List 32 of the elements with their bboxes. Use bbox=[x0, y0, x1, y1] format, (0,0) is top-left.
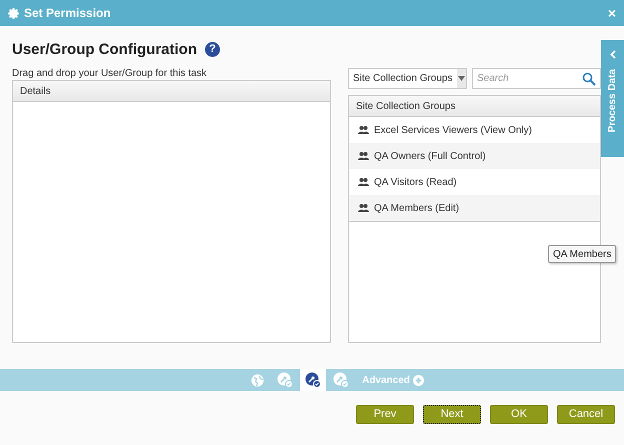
key-icon bbox=[333, 372, 350, 388]
group-item[interactable]: QA Owners (Full Control) bbox=[349, 143, 600, 169]
key-icon bbox=[305, 372, 322, 388]
footer-button[interactable]: OK bbox=[490, 404, 548, 424]
advanced-link[interactable]: Advanced bbox=[362, 374, 424, 386]
caret-icon bbox=[458, 76, 465, 81]
instruction-text: Drag and drop your User/Group for this task bbox=[12, 68, 207, 80]
globe-icon bbox=[250, 372, 265, 388]
plus-icon bbox=[412, 374, 424, 386]
chevron-left-icon bbox=[610, 50, 616, 59]
page-heading: User/Group Configuration bbox=[12, 40, 197, 58]
group-dropdown[interactable]: Site Collection Groups bbox=[348, 68, 467, 89]
window-title: Set Permission bbox=[24, 6, 112, 20]
toolbar-tab[interactable] bbox=[300, 369, 326, 391]
footer-button[interactable]: Next bbox=[423, 404, 481, 424]
users-icon bbox=[358, 178, 369, 186]
group-item[interactable]: QA Members (Edit) bbox=[349, 195, 600, 221]
process-data-tab[interactable]: Process Data bbox=[601, 40, 624, 157]
details-header: Details bbox=[13, 81, 330, 102]
groups-header: Site Collection Groups bbox=[349, 96, 600, 117]
search-field[interactable]: Search bbox=[472, 68, 601, 89]
key-icon bbox=[277, 372, 294, 388]
gear-icon bbox=[8, 8, 19, 18]
tooltip: QA Members bbox=[548, 245, 616, 263]
users-icon bbox=[358, 126, 369, 134]
search-icon[interactable] bbox=[582, 72, 596, 86]
footer-button[interactable]: Prev bbox=[356, 404, 414, 424]
footer-button[interactable]: Cancel bbox=[557, 404, 615, 424]
users-icon bbox=[358, 204, 369, 212]
help-icon[interactable]: ? bbox=[205, 42, 220, 56]
close-button[interactable]: × bbox=[608, 5, 616, 21]
users-icon bbox=[358, 152, 369, 160]
